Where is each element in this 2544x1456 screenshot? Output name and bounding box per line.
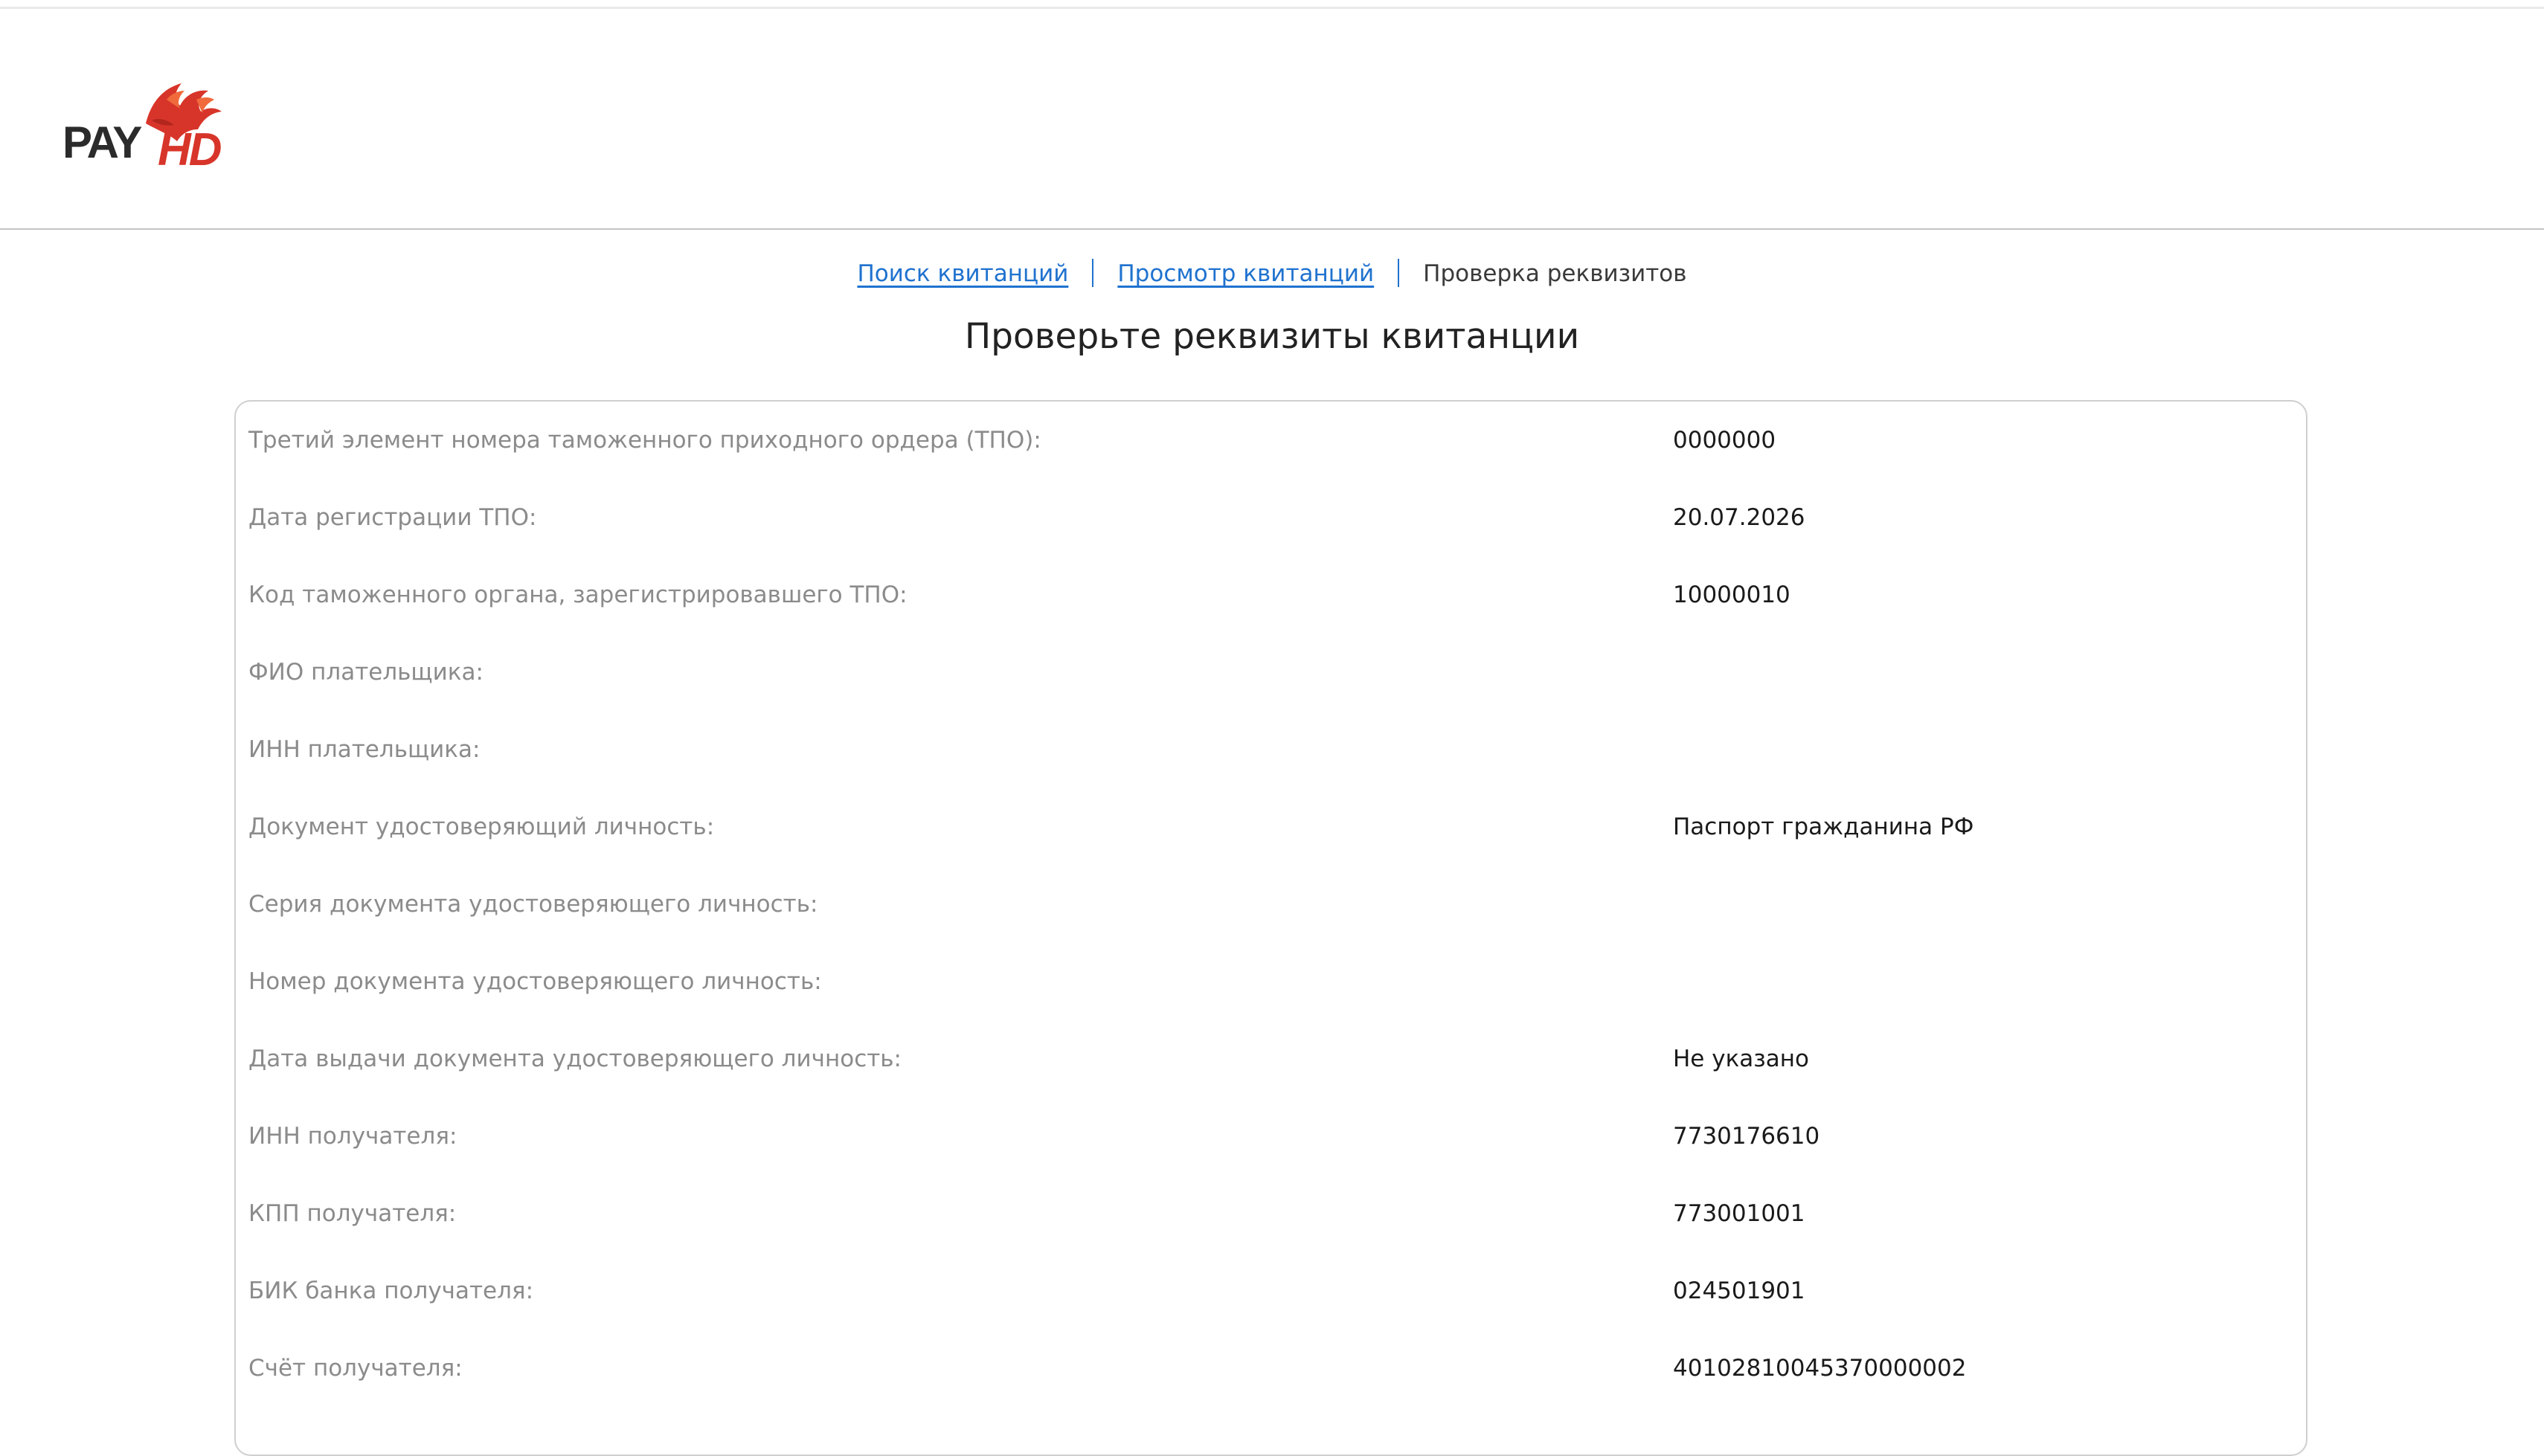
detail-row-tpo-date: Дата регистрации ТПО: 20.07.2026 bbox=[236, 479, 2306, 556]
detail-row-document-issue-date: Дата выдачи документа удостоверяющего ли… bbox=[236, 1020, 2306, 1098]
detail-label: Код таможенного органа, зарегистрировавш… bbox=[248, 582, 908, 608]
breadcrumb-current-check-details: Проверка реквизитов bbox=[1423, 260, 1687, 287]
detail-label: Номер документа удостоверяющего личность… bbox=[248, 968, 822, 995]
detail-value: Не указано bbox=[1673, 1046, 1810, 1072]
detail-value: 40102810045370000002 bbox=[1673, 1355, 1967, 1382]
receipt-details-card: Третий элемент номера таможенного приход… bbox=[234, 400, 2307, 1456]
detail-row-document-series: Серия документа удостоверяющего личность… bbox=[236, 866, 2306, 943]
detail-value: 773001001 bbox=[1673, 1200, 1805, 1227]
breadcrumb-separator bbox=[1398, 258, 1400, 287]
detail-row-tpo-number: Третий элемент номера таможенного приход… bbox=[236, 402, 2306, 479]
payhd-logo[interactable]: PAY HD bbox=[62, 77, 238, 174]
detail-row-id-document: Документ удостоверяющий личность: Паспор… bbox=[236, 788, 2306, 866]
detail-row-recipient-bank-bik: БИК банка получателя: 024501901 bbox=[236, 1252, 2306, 1330]
detail-value: 7730176610 bbox=[1673, 1123, 1820, 1150]
detail-row-recipient-account: Счёт получателя: 40102810045370000002 bbox=[236, 1330, 2306, 1407]
svg-text:HD: HD bbox=[158, 124, 222, 174]
detail-row-recipient-inn: ИНН получателя: 7730176610 bbox=[236, 1098, 2306, 1175]
detail-row-customs-code: Код таможенного органа, зарегистрировавш… bbox=[236, 556, 2306, 634]
detail-label: ФИО плательщика: bbox=[248, 659, 484, 686]
breadcrumb-link-view-receipts[interactable]: Просмотр квитанций bbox=[1117, 260, 1374, 287]
detail-value: 20.07.2026 bbox=[1673, 504, 1805, 531]
detail-row-document-number: Номер документа удостоверяющего личность… bbox=[236, 943, 2306, 1020]
detail-row-recipient-kpp: КПП получателя: 773001001 bbox=[236, 1175, 2306, 1252]
detail-label: БИК банка получателя: bbox=[248, 1278, 534, 1304]
detail-label: Документ удостоверяющий личность: bbox=[248, 814, 715, 840]
breadcrumb: Поиск квитанций Просмотр квитанций Проверк… bbox=[0, 257, 2544, 290]
detail-row-payer-inn: ИНН плательщика: bbox=[236, 711, 2306, 788]
detail-label: ИНН получателя: bbox=[248, 1123, 457, 1150]
detail-label: Серия документа удостоверяющего личность… bbox=[248, 891, 818, 918]
detail-label: Счёт получателя: bbox=[248, 1355, 463, 1382]
detail-label: КПП получателя: bbox=[248, 1200, 457, 1227]
breadcrumb-link-search-receipts[interactable]: Поиск квитанций bbox=[857, 260, 1068, 287]
phoenix-logo-icon: PAY HD bbox=[62, 83, 224, 174]
detail-label: ИНН плательщика: bbox=[248, 736, 481, 763]
breadcrumb-separator bbox=[1092, 258, 1094, 287]
detail-label: Дата регистрации ТПО: bbox=[248, 504, 537, 531]
detail-label: Дата выдачи документа удостоверяющего ли… bbox=[248, 1046, 902, 1072]
detail-value: 10000010 bbox=[1673, 582, 1790, 608]
svg-text:PAY: PAY bbox=[62, 117, 142, 167]
top-strip bbox=[0, 0, 2544, 9]
detail-value: Паспорт гражданина РФ bbox=[1673, 814, 1974, 840]
page-title: Проверьте реквизиты квитанции bbox=[964, 316, 1580, 357]
detail-row-payer-name: ФИО плательщика: bbox=[236, 634, 2306, 711]
detail-value: 0000000 bbox=[1673, 427, 1776, 454]
detail-label: Третий элемент номера таможенного приход… bbox=[248, 427, 1041, 454]
detail-value: 024501901 bbox=[1673, 1278, 1805, 1304]
site-header: PAY HD bbox=[0, 9, 2544, 230]
